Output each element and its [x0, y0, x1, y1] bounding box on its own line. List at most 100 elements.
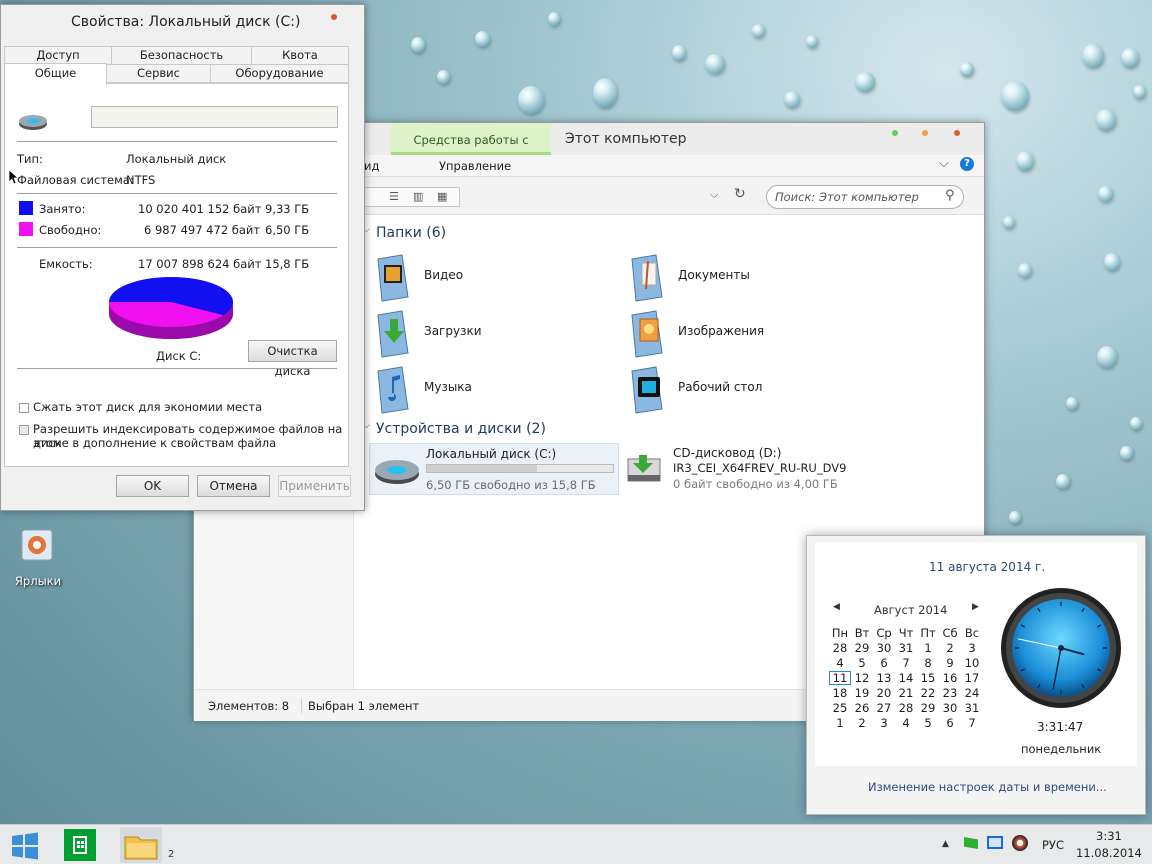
- view-list-icon[interactable]: ☰: [389, 190, 399, 203]
- maximize-button[interactable]: [922, 130, 928, 136]
- calendar-day[interactable]: 18: [829, 686, 851, 700]
- ribbon-tab-manage[interactable]: Управление: [439, 159, 511, 173]
- tray-time[interactable]: 3:31: [1096, 829, 1122, 843]
- calendar-day[interactable]: 23: [939, 686, 961, 700]
- calendar-day[interactable]: 20: [873, 686, 895, 700]
- calendar-day[interactable]: 1: [917, 641, 939, 655]
- minimize-button[interactable]: [892, 130, 898, 136]
- address-dropdown-icon[interactable]: ⌵: [710, 188, 718, 202]
- tray-date[interactable]: 11.08.2014: [1076, 846, 1142, 860]
- calendar-day[interactable]: 3: [873, 716, 895, 730]
- folder-desktop[interactable]: Рабочий стол: [626, 363, 876, 415]
- apply-button[interactable]: Применить: [278, 475, 351, 497]
- calendar-day[interactable]: 29: [917, 701, 939, 715]
- folder-video[interactable]: Видео: [372, 251, 622, 303]
- calendar-day[interactable]: 30: [873, 641, 895, 655]
- calendar-day[interactable]: 13: [873, 671, 895, 685]
- calendar-day[interactable]: 1: [829, 716, 851, 730]
- action-center-icon[interactable]: [964, 837, 978, 849]
- folder-pictures[interactable]: Изображения: [626, 307, 876, 359]
- next-month-icon[interactable]: ▶: [972, 602, 979, 612]
- folder-music[interactable]: Музыка: [372, 363, 622, 415]
- calendar-day[interactable]: 25: [829, 701, 851, 715]
- drive-c-usage-fill: [427, 465, 537, 472]
- tab-security[interactable]: Безопасность: [111, 46, 252, 65]
- drive-d-tile[interactable]: CD-дисковод (D:) IR3_CEI_X64FREV_RU-RU_D…: [625, 443, 885, 495]
- refresh-icon[interactable]: ↻: [734, 186, 746, 202]
- volume-name-input[interactable]: [91, 106, 338, 128]
- calendar-day[interactable]: 12: [851, 671, 873, 685]
- calendar-day[interactable]: 5: [917, 716, 939, 730]
- calendar-day[interactable]: 27: [873, 701, 895, 715]
- search-box[interactable]: Поиск: Этот компьютер ⚲: [766, 185, 964, 209]
- calendar-day[interactable]: 3: [961, 641, 983, 655]
- tab-general[interactable]: Общие: [4, 63, 107, 85]
- calendar-day[interactable]: 22: [917, 686, 939, 700]
- disk-cleanup-button[interactable]: Очистка диска: [248, 340, 337, 378]
- calendar-day[interactable]: 24: [961, 686, 983, 700]
- calendar-day[interactable]: 7: [895, 656, 917, 670]
- calendar-day[interactable]: 15: [917, 671, 939, 685]
- show-hidden-icons[interactable]: ▲: [942, 839, 949, 849]
- explorer-taskbar-button[interactable]: [120, 827, 162, 863]
- calendar-day[interactable]: 30: [939, 701, 961, 715]
- calendar-day[interactable]: 2: [851, 716, 873, 730]
- ribbon-tab-view[interactable]: ид: [364, 159, 379, 173]
- cancel-button[interactable]: Отмена: [197, 475, 270, 497]
- calendar-month[interactable]: Август 2014: [874, 603, 947, 617]
- dialog-titlebar[interactable]: Свойства: Локальный диск (C:): [1, 5, 364, 37]
- search-icon: ⚲: [945, 188, 955, 203]
- folder-downloads[interactable]: Загрузки: [372, 307, 622, 359]
- calendar-day[interactable]: 19: [851, 686, 873, 700]
- calendar-day[interactable]: 21: [895, 686, 917, 700]
- prev-month-icon[interactable]: ◀: [833, 602, 840, 612]
- drive-c-tile[interactable]: Локальный диск (C:) 6,50 ГБ свободно из …: [369, 443, 619, 495]
- start-button[interactable]: [10, 831, 40, 864]
- analog-clock: [1001, 588, 1121, 708]
- calendar-day[interactable]: 6: [939, 716, 961, 730]
- tab-quota[interactable]: Квота: [251, 46, 349, 65]
- date-time-settings-link[interactable]: Изменение настроек даты и времени...: [868, 780, 1107, 794]
- calendar-day[interactable]: 9: [939, 656, 961, 670]
- index-checkbox[interactable]: [19, 425, 29, 435]
- calendar-day[interactable]: 14: [895, 671, 917, 685]
- calendar-today[interactable]: 11: [829, 671, 851, 685]
- tab-hardware[interactable]: Оборудование: [210, 64, 349, 83]
- calendar-day[interactable]: 4: [895, 716, 917, 730]
- calendar-day[interactable]: 2: [939, 641, 961, 655]
- input-language[interactable]: РУС: [1042, 838, 1064, 852]
- store-button[interactable]: [64, 829, 96, 861]
- tab-tools[interactable]: Сервис: [106, 64, 211, 83]
- network-icon[interactable]: [987, 836, 1003, 849]
- calendar-day[interactable]: 6: [873, 656, 895, 670]
- calendar-day[interactable]: 8: [917, 656, 939, 670]
- dialog-close-button[interactable]: [331, 14, 337, 20]
- calendar-day[interactable]: 4: [829, 656, 851, 670]
- calendar-day[interactable]: 17: [961, 671, 983, 685]
- ribbon-collapse-icon[interactable]: ⌵: [939, 156, 949, 171]
- calendar-day[interactable]: 29: [851, 641, 873, 655]
- calendar-day[interactable]: 7: [961, 716, 983, 730]
- disk-tools-tab[interactable]: Средства работы с дисками: [391, 123, 551, 181]
- ok-button[interactable]: OK: [116, 475, 189, 497]
- calendar-day[interactable]: 5: [851, 656, 873, 670]
- close-button[interactable]: [954, 130, 960, 136]
- calendar-day[interactable]: 31: [895, 641, 917, 655]
- calendar-day[interactable]: 31: [961, 701, 983, 715]
- file-explorer-icon: [124, 836, 158, 860]
- folders-header: Папки (6): [376, 225, 447, 241]
- view-details-icon[interactable]: ▥: [413, 190, 423, 203]
- help-icon[interactable]: ?: [960, 157, 974, 171]
- folder-documents[interactable]: Документы: [626, 251, 876, 303]
- desktop-shortcut-folder[interactable]: Ярлыки: [10, 526, 66, 590]
- calendar-day[interactable]: 16: [939, 671, 961, 685]
- calendar-day[interactable]: 28: [829, 641, 851, 655]
- calendar-day[interactable]: 26: [851, 701, 873, 715]
- calendar-day[interactable]: 10: [961, 656, 983, 670]
- type-value: Локальный диск: [126, 152, 227, 166]
- compress-checkbox[interactable]: [19, 403, 29, 413]
- hard-drive-icon: [373, 452, 421, 488]
- view-tiles-icon[interactable]: ▦: [437, 190, 447, 203]
- calendar-day[interactable]: 28: [895, 701, 917, 715]
- volume-icon[interactable]: [1012, 835, 1028, 851]
